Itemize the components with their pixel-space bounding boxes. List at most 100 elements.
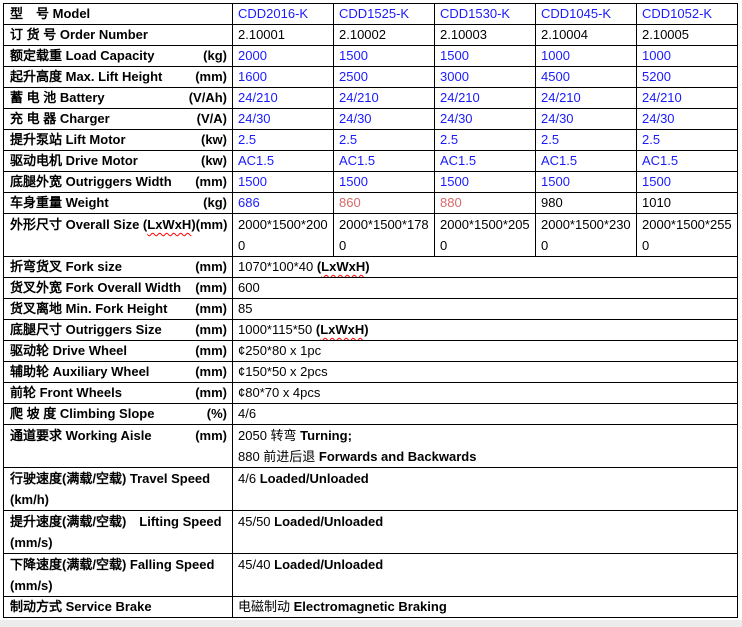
spec-value-cell: 1500 (233, 172, 334, 193)
document-page: 型 号 ModelCDD2016-KCDD1525-KCDD1530-KCDD1… (0, 0, 742, 627)
text-segment: CDD1052-K (642, 6, 712, 21)
spec-value-cell: AC1.5 (637, 151, 738, 172)
row-label-text: 底腿尺寸 Outriggers Size (10, 320, 162, 340)
value-line: 85 (238, 299, 732, 319)
row-label: 额定载重 Load Capacity(kg) (4, 46, 233, 67)
spec-value-cell-merged: 1000*115*50 (LxWxH) (233, 320, 738, 341)
text-segment: ) (365, 259, 369, 274)
text-segment: 车身重量 Weight (10, 195, 109, 210)
text-segment: ¢250*80 x 1pc (238, 343, 321, 358)
row-label-text: 下降速度(满载/空载) Falling Speed (10, 554, 214, 575)
table-row: 货叉外宽 Fork Overall Width(mm) 600 (4, 278, 738, 299)
value-line: 2050 转弯 Turning; (238, 425, 732, 446)
page-bottom-margin (0, 620, 742, 627)
text-segment: 2000*1500*2000 (238, 217, 328, 253)
text-segment: 24/210 (642, 90, 682, 105)
text-segment: 型 号 Model (10, 6, 90, 21)
row-unit: (V/Ah) (189, 88, 227, 108)
text-segment: 外形尺寸 Overall Size ( (10, 217, 147, 232)
text-segment: 1000 (541, 48, 570, 63)
row-label-text: 底腿外宽 Outriggers Width (10, 172, 172, 192)
spec-value-cell: AC1.5 (334, 151, 435, 172)
row-label-text: 折弯货叉 Fork size (10, 257, 122, 277)
value-line: 45/40 Loaded/Unloaded (238, 554, 732, 575)
spec-value-cell: 1500 (334, 46, 435, 67)
table-row: 爬 坡 度 Climbing Slope(%)4/6 (4, 404, 738, 425)
value-line: 880 前进后退 Forwards and Backwards (238, 446, 732, 467)
row-label: 充 电 器 Charger(V/A) (4, 109, 233, 130)
row-unit: (km/h) (10, 489, 227, 510)
spec-value-cell: 2.10004 (536, 25, 637, 46)
text-segment: ¢150*50 x 2pcs (238, 364, 328, 379)
text-segment: 45/40 (238, 557, 274, 572)
text-segment: 600 (238, 280, 260, 295)
value-line: 45/50 Loaded/Unloaded (238, 511, 732, 532)
text-segment: 24/30 (238, 111, 271, 126)
text-segment: 2.5 (541, 132, 559, 147)
table-row: 车身重量 Weight(kg)6868608809801010 (4, 193, 738, 214)
row-unit: (kw) (201, 151, 227, 171)
text-segment: 24/210 (339, 90, 379, 105)
spec-value-cell: 2.10001 (233, 25, 334, 46)
row-label-text: 通道要求 Working Aisle (10, 425, 152, 446)
text-segment: 2.10002 (339, 27, 386, 42)
spec-value-cell: 24/30 (233, 109, 334, 130)
text-segment: 1070*100*40 (238, 259, 317, 274)
spec-value-cell: 2000 (233, 46, 334, 67)
row-label: 货叉外宽 Fork Overall Width(mm) (4, 278, 233, 299)
row-label-text: 外形尺寸 Overall Size (LxWxH) (10, 214, 196, 235)
spec-value-cell: 860 (334, 193, 435, 214)
row-label-text: 驱动电机 Drive Motor (10, 151, 138, 171)
text-segment: 880 前进后退 (238, 449, 319, 464)
text-segment: 提升速度(满载/空载) Lifting Speed (10, 514, 222, 529)
spec-value-cell: 4500 (536, 67, 637, 88)
spec-value-cell-merged: ¢150*50 x 2pcs (233, 362, 738, 383)
text-segment: 货叉外宽 Fork Overall Width (10, 280, 181, 295)
spec-value-cell: CDD1525-K (334, 4, 435, 25)
text-segment: ¢80*70 x 4pcs (238, 385, 320, 400)
text-segment: 4/6 (238, 471, 260, 486)
spec-value-cell: 2.5 (637, 130, 738, 151)
spec-value-cell: CDD2016-K (233, 4, 334, 25)
text-segment: 辅助轮 Auxiliary Wheel (10, 364, 149, 379)
row-label: 车身重量 Weight(kg) (4, 193, 233, 214)
spec-value-cell-merged: 45/50 Loaded/Unloaded (233, 511, 738, 554)
text-segment: 3000 (440, 69, 469, 84)
row-unit: (mm) (195, 257, 227, 277)
spec-value-cell: 2000*1500*2300 (536, 214, 637, 257)
row-label: 订 货 号 Order Number (4, 25, 233, 46)
text-segment: 货叉离地 Min. Fork Height (10, 301, 167, 316)
spec-value-cell-merged: ¢250*80 x 1pc (233, 341, 738, 362)
spec-value-cell: 24/30 (435, 109, 536, 130)
row-label: 制动方式 Service Brake (4, 597, 233, 618)
text-segment: 驱动轮 Drive Wheel (10, 343, 127, 358)
row-label: 型 号 Model (4, 4, 233, 25)
row-unit: (mm) (195, 320, 227, 340)
spec-value-cell: 2000*1500*2550 (637, 214, 738, 257)
text-segment: 1000*115*50 (238, 322, 316, 337)
row-unit: (%) (207, 404, 227, 424)
text-segment: 驱动电机 Drive Motor (10, 153, 138, 168)
spellcheck-wavy-text: LxWxH (320, 322, 364, 337)
value-line: ¢150*50 x 2pcs (238, 362, 732, 382)
text-segment: 1500 (541, 174, 570, 189)
table-row: 前轮 Front Wheels(mm)¢80*70 x 4pcs (4, 383, 738, 404)
text-segment: 2050 转弯 (238, 428, 300, 443)
row-label: 通道要求 Working Aisle(mm) (4, 425, 233, 468)
row-label: 辅助轮 Auxiliary Wheel(mm) (4, 362, 233, 383)
spellcheck-wavy-text: LxWxH (321, 259, 365, 274)
spec-value-cell-merged: 1070*100*40 (LxWxH) (233, 257, 738, 278)
text-segment: 2000*1500*2300 (541, 217, 631, 253)
text-segment: 24/30 (440, 111, 473, 126)
text-segment: 24/30 (339, 111, 372, 126)
table-row: 驱动轮 Drive Wheel (mm) ¢250*80 x 1pc (4, 341, 738, 362)
row-unit: (mm) (195, 341, 227, 361)
row-label-text: 蓄 电 池 Battery (10, 88, 105, 108)
text-segment: 订 货 号 Order Number (10, 27, 148, 42)
table-row: 充 电 器 Charger(V/A)24/3024/3024/3024/3024… (4, 109, 738, 130)
text-segment: 前轮 Front Wheels (10, 385, 122, 400)
text-segment: 充 电 器 Charger (10, 111, 110, 126)
text-segment: 制动方式 Service Brake (10, 599, 152, 614)
table-row: 蓄 电 池 Battery(V/Ah)24/21024/21024/21024/… (4, 88, 738, 109)
table-row: 外形尺寸 Overall Size (LxWxH)(mm)2000*1500*2… (4, 214, 738, 257)
